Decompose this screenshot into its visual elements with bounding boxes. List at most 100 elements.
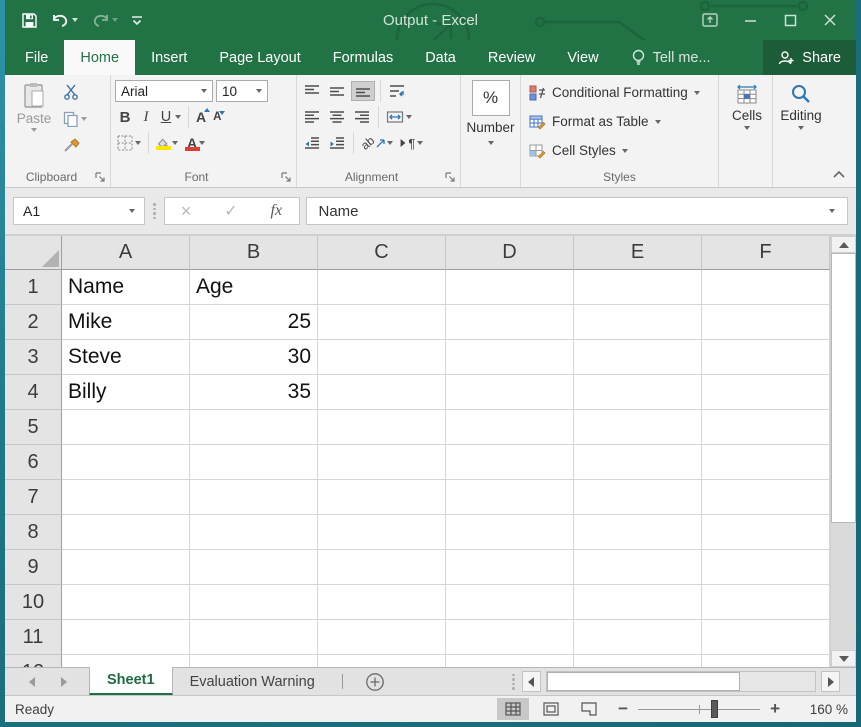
cell-C8[interactable] (318, 515, 446, 550)
ribbon-tab-data[interactable]: Data (409, 40, 472, 75)
font-dialog-launcher[interactable] (280, 171, 292, 183)
cell-B3[interactable]: 30 (190, 340, 318, 375)
cell-F8[interactable] (702, 515, 830, 550)
name-box-dropdown-icon[interactable] (129, 209, 135, 213)
cell-B4[interactable]: 35 (190, 375, 318, 410)
normal-view-button[interactable] (497, 698, 529, 720)
cell-D8[interactable] (446, 515, 574, 550)
horizontal-scroll-thumb[interactable] (547, 672, 740, 691)
bottom-align-button[interactable] (351, 81, 375, 101)
italic-button[interactable]: I (138, 108, 154, 127)
zoom-out-button[interactable]: − (618, 699, 628, 719)
close-button[interactable] (810, 0, 850, 40)
row-header-7[interactable]: 7 (5, 480, 62, 515)
font-name-dropdown-icon[interactable] (201, 89, 207, 93)
cell-C4[interactable] (318, 375, 446, 410)
cell-D4[interactable] (446, 375, 574, 410)
ribbon-tab-file[interactable]: File (9, 40, 64, 75)
zoom-slider-thumb[interactable] (711, 700, 718, 718)
vertical-scroll-thumb[interactable] (831, 253, 856, 523)
cell-A1[interactable]: Name (62, 270, 190, 305)
cell-styles-dropdown-icon[interactable] (622, 149, 628, 153)
top-align-button[interactable] (301, 82, 323, 100)
align-right-button[interactable] (351, 108, 373, 126)
column-header-F[interactable]: F (702, 236, 830, 270)
cell-C6[interactable] (318, 445, 446, 480)
ribbon-tab-review[interactable]: Review (472, 40, 552, 75)
cell-D1[interactable] (446, 270, 574, 305)
cell-F12[interactable] (702, 655, 830, 667)
cut-button[interactable] (61, 80, 89, 104)
text-direction-button[interactable]: ¶ (398, 135, 425, 152)
cell-D6[interactable] (446, 445, 574, 480)
merge-center-button[interactable] (384, 109, 414, 125)
increase-indent-button[interactable] (326, 134, 348, 152)
cell-F10[interactable] (702, 585, 830, 620)
cell-A10[interactable] (62, 585, 190, 620)
cell-B7[interactable] (190, 480, 318, 515)
cell-E8[interactable] (574, 515, 702, 550)
cell-B10[interactable] (190, 585, 318, 620)
cell-D12[interactable] (446, 655, 574, 667)
cell-A7[interactable] (62, 480, 190, 515)
cell-B9[interactable] (190, 550, 318, 585)
font-size-dropdown-icon[interactable] (256, 89, 262, 93)
next-sheet-button[interactable] (61, 677, 67, 687)
cell-E4[interactable] (574, 375, 702, 410)
minimize-button[interactable] (730, 0, 770, 40)
cell-F2[interactable] (702, 305, 830, 340)
zoom-slider[interactable] (638, 709, 760, 710)
clipboard-dialog-launcher[interactable] (94, 171, 106, 183)
ribbon-tab-insert[interactable]: Insert (135, 40, 203, 75)
shrink-font-button[interactable]: A (211, 110, 223, 124)
number-dropdown-icon[interactable] (488, 141, 494, 145)
fill-color-dropdown-icon[interactable] (172, 141, 178, 145)
cell-A4[interactable]: Billy (62, 375, 190, 410)
font-color-button[interactable]: A (183, 134, 209, 152)
orientation-button[interactable]: ab (359, 135, 395, 151)
cancel-button[interactable]: × (181, 201, 192, 222)
cell-F6[interactable] (702, 445, 830, 480)
copy-dropdown-icon[interactable] (81, 117, 87, 121)
text-direction-dropdown-icon[interactable] (417, 141, 423, 145)
horizontal-scroll-track[interactable] (546, 671, 817, 692)
cell-F9[interactable] (702, 550, 830, 585)
maximize-button[interactable] (770, 0, 810, 40)
column-header-B[interactable]: B (190, 236, 318, 270)
cell-C2[interactable] (318, 305, 446, 340)
font-color-dropdown-icon[interactable] (199, 141, 205, 145)
row-header-8[interactable]: 8 (5, 515, 62, 550)
cell-A3[interactable]: Steve (62, 340, 190, 375)
alignment-dialog-launcher[interactable] (444, 171, 456, 183)
cell-A11[interactable] (62, 620, 190, 655)
select-all-button[interactable] (5, 236, 62, 270)
cell-F5[interactable] (702, 410, 830, 445)
wrap-text-button[interactable] (386, 82, 408, 100)
sheet-tab-evaluation-warning[interactable]: Evaluation Warning (173, 668, 332, 695)
cell-B5[interactable] (190, 410, 318, 445)
redo-button[interactable] (91, 13, 118, 28)
name-box[interactable]: A1 (13, 197, 145, 225)
cell-D7[interactable] (446, 480, 574, 515)
cell-C1[interactable] (318, 270, 446, 305)
enter-button[interactable]: ✓ (224, 201, 237, 221)
row-header-9[interactable]: 9 (5, 550, 62, 585)
column-header-C[interactable]: C (318, 236, 446, 270)
cell-styles-button[interactable]: Cell Styles (525, 138, 714, 163)
paste-dropdown-icon[interactable] (31, 128, 37, 132)
cell-C10[interactable] (318, 585, 446, 620)
orientation-dropdown-icon[interactable] (387, 141, 393, 145)
cell-A2[interactable]: Mike (62, 305, 190, 340)
underline-button[interactable]: U (157, 108, 183, 126)
row-header-1[interactable]: 1 (5, 270, 62, 305)
zoom-in-button[interactable]: + (770, 699, 780, 719)
cell-D5[interactable] (446, 410, 574, 445)
middle-align-button[interactable] (326, 82, 348, 100)
underline-dropdown-icon[interactable] (175, 115, 181, 119)
ribbon-tab-formulas[interactable]: Formulas (317, 40, 409, 75)
scroll-right-button[interactable] (821, 671, 840, 692)
ribbon-tab-view[interactable]: View (551, 40, 614, 75)
formula-input[interactable]: Name (306, 197, 849, 225)
insert-function-button[interactable]: fx (271, 202, 283, 220)
format-as-table-button[interactable]: Format as Table (525, 109, 714, 134)
